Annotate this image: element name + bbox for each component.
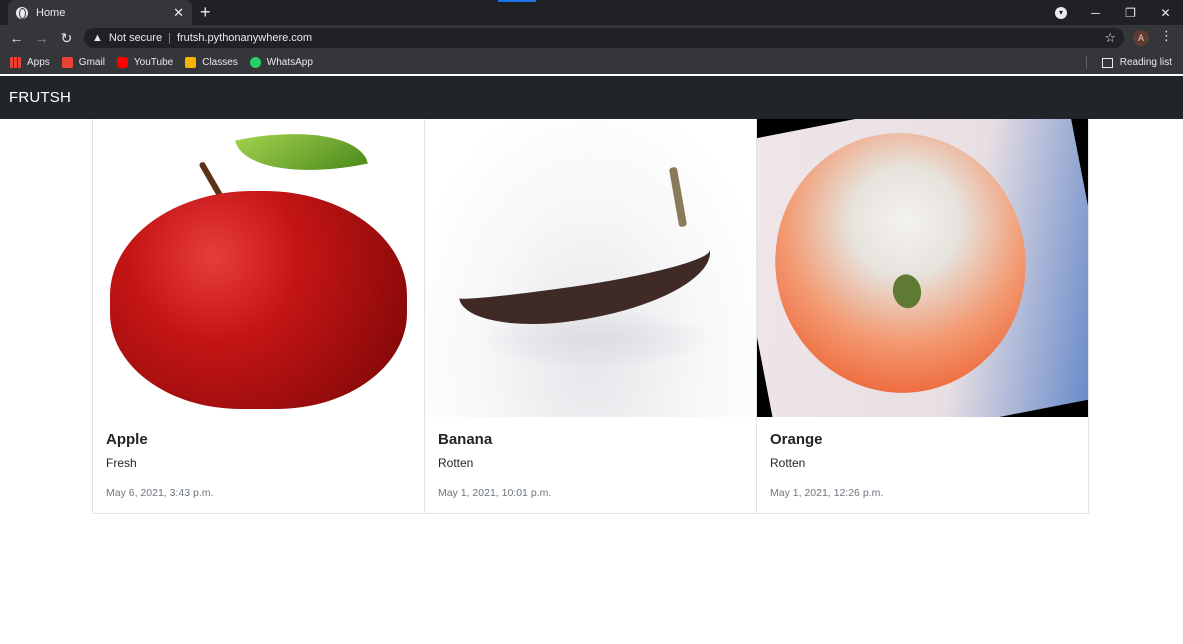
bookmark-label: WhatsApp — [266, 57, 313, 68]
banana-image — [425, 119, 756, 417]
close-window-icon[interactable]: ✕ — [1148, 6, 1183, 20]
card-date: May 6, 2021, 3:43 p.m. — [106, 487, 214, 499]
reload-icon[interactable]: ↻ — [54, 30, 79, 47]
browser-tab-home[interactable]: Home ✕ — [8, 0, 192, 25]
fruit-card-orange[interactable]: Orange Rotten May 1, 2021, 12:26 p.m. — [756, 119, 1089, 514]
fruit-card-banana[interactable]: Banana Rotten May 1, 2021, 10:01 p.m. — [424, 119, 757, 514]
card-date: May 1, 2021, 12:26 p.m. — [770, 487, 884, 499]
browser-tabstrip: Home ✕ + ▾ ─ ❐ ✕ — [0, 0, 1183, 25]
orange-photo — [757, 119, 1088, 417]
bookmark-label: Gmail — [78, 57, 105, 68]
classroom-icon — [185, 57, 197, 68]
youtube-icon — [116, 57, 128, 68]
tab-title: Home — [36, 6, 66, 19]
new-tab-button[interactable]: + — [200, 2, 211, 23]
whatsapp-icon — [249, 57, 261, 68]
menu-icon[interactable]: ⋮ — [1160, 28, 1173, 44]
fruit-card-apple[interactable]: Apple Fresh May 6, 2021, 3:43 p.m. — [92, 119, 425, 514]
site-navbar: FRUTSH — [0, 76, 1183, 119]
bookmark-youtube[interactable]: YouTube — [116, 57, 174, 68]
card-status: Rotten — [770, 456, 806, 470]
card-title: Apple — [106, 431, 148, 448]
address-bar[interactable]: ▲ Not secure | frutsh.pythonanywhere.com… — [84, 28, 1124, 48]
bookmark-star-icon[interactable]: ☆ — [1104, 30, 1116, 46]
apps-grid-icon — [10, 57, 21, 68]
reading-list-icon — [1101, 57, 1113, 68]
apple-fruit — [110, 191, 407, 409]
address-separator: | — [168, 32, 171, 44]
fruit-card-grid: Apple Fresh May 6, 2021, 3:43 p.m. Banan… — [92, 119, 1091, 514]
bookmark-label: YouTube — [133, 57, 174, 68]
bookmark-whatsapp[interactable]: WhatsApp — [249, 57, 313, 68]
browser-toolbar: ← → ↻ ▲ Not secure | frutsh.pythonanywhe… — [0, 25, 1183, 51]
bookmarks-divider — [1086, 56, 1087, 69]
card-title: Banana — [438, 431, 493, 448]
site-brand[interactable]: FRUTSH — [9, 89, 71, 106]
url-text[interactable]: frutsh.pythonanywhere.com — [177, 32, 312, 44]
card-title: Orange — [770, 431, 823, 448]
card-status: Rotten — [438, 456, 474, 470]
forward-icon[interactable]: → — [29, 30, 54, 46]
minimize-icon[interactable]: ─ — [1078, 6, 1113, 20]
security-label: Not secure — [108, 32, 163, 44]
bookmark-gmail[interactable]: Gmail — [61, 57, 105, 68]
tab-search-icon[interactable]: ▾ — [1055, 7, 1067, 19]
restore-icon[interactable]: ❐ — [1113, 6, 1148, 20]
bookmark-label: Apps — [27, 57, 50, 68]
bookmarks-bar: Apps Gmail YouTube Classes WhatsApp Read… — [0, 51, 1183, 74]
back-icon[interactable]: ← — [4, 30, 29, 46]
reading-list-button[interactable]: Reading list — [1101, 51, 1172, 74]
window-controls: ─ ❐ ✕ — [1078, 0, 1183, 25]
apple-leaf — [235, 119, 368, 190]
reading-list-label: Reading list — [1119, 57, 1172, 68]
card-date: May 1, 2021, 10:01 p.m. — [438, 487, 552, 499]
orange-image — [757, 119, 1088, 417]
bookmark-label: Classes — [202, 57, 238, 68]
tab-accent-line — [498, 0, 536, 2]
bookmark-apps[interactable]: Apps — [10, 57, 50, 68]
bookmark-classes[interactable]: Classes — [185, 57, 238, 68]
card-status: Fresh — [106, 456, 137, 470]
profile-avatar[interactable]: A — [1133, 30, 1149, 46]
orange-navel — [889, 271, 924, 311]
globe-icon — [16, 6, 28, 19]
apple-image — [93, 119, 424, 417]
orange-fruit — [757, 119, 1048, 415]
close-tab-icon[interactable]: ✕ — [173, 5, 184, 21]
warning-icon: ▲ — [92, 32, 103, 44]
gmail-icon — [61, 57, 73, 68]
